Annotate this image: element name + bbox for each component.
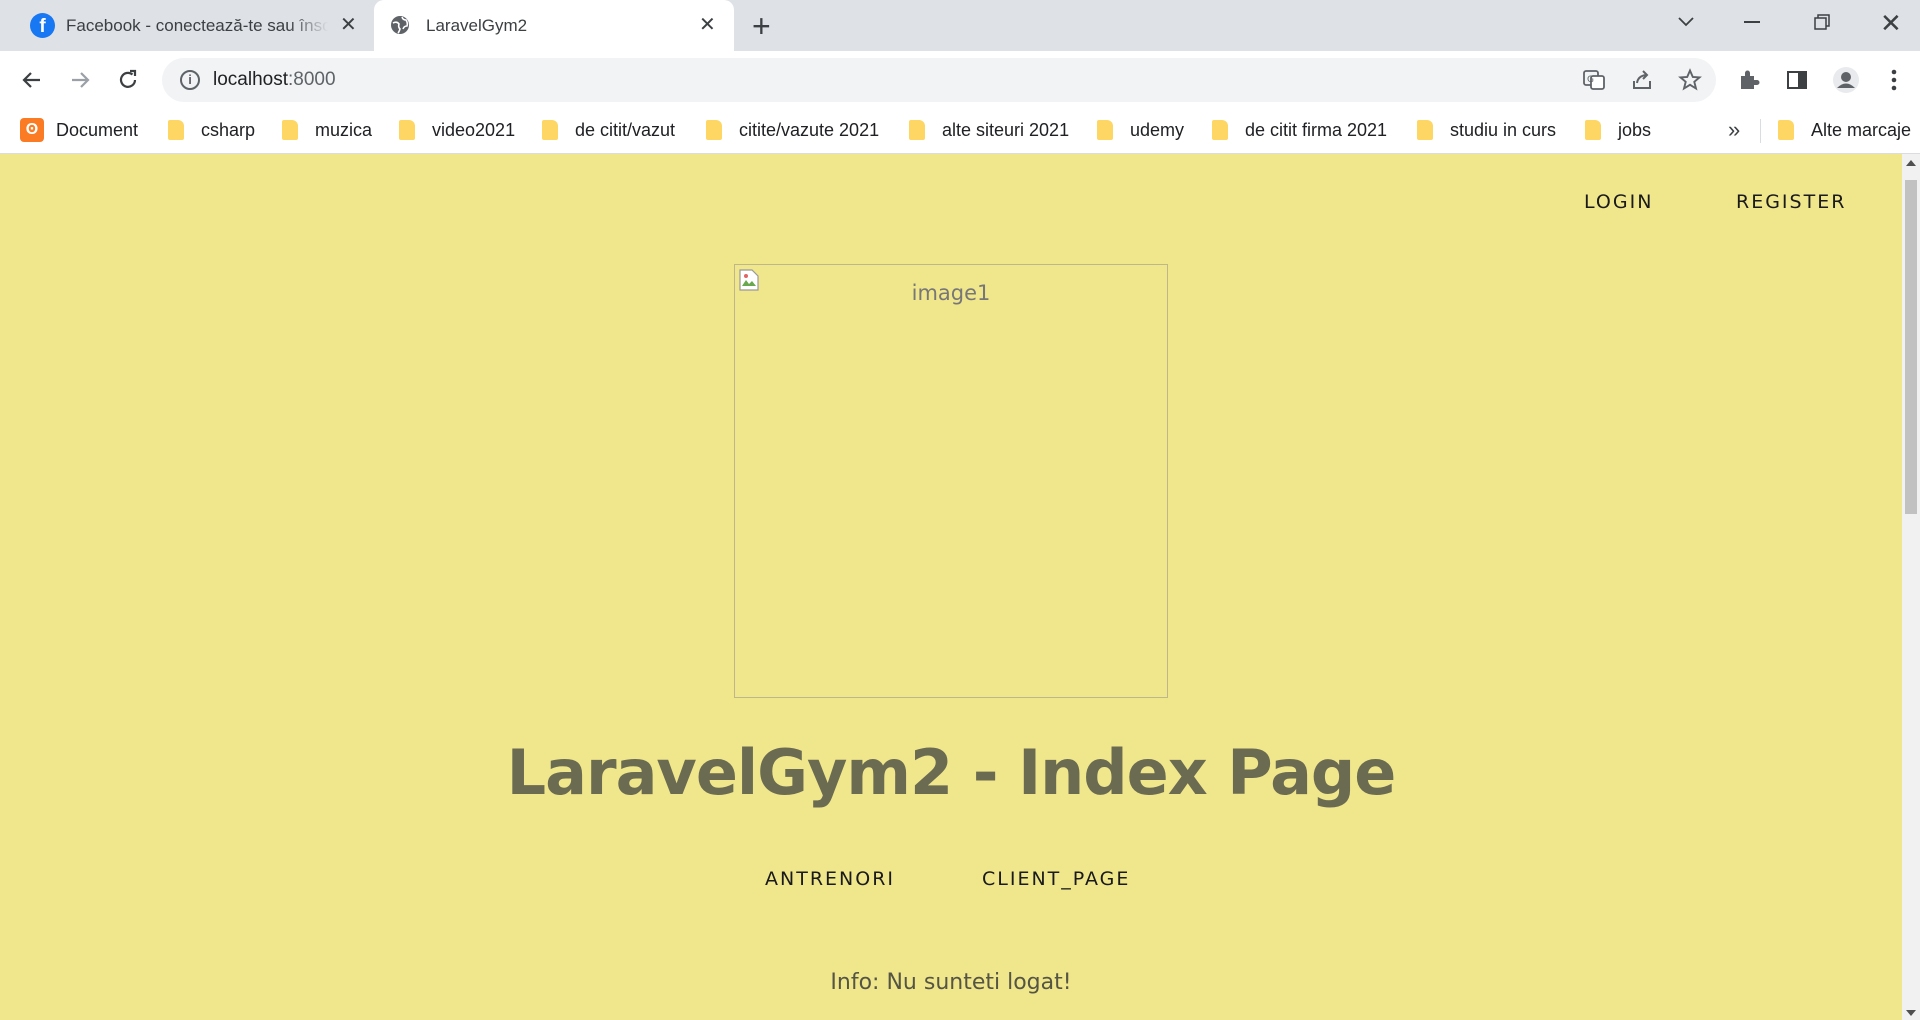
side-panel-icon[interactable] [1783, 66, 1811, 94]
tab-title: LaravelGym2 [426, 15, 528, 35]
bookmark-document[interactable]: ʘ Document [20, 117, 138, 143]
star-icon[interactable] [1678, 68, 1702, 92]
page-viewport: LOGIN REGISTER image1 LaravelGym2 - Inde… [0, 154, 1920, 1020]
info-icon[interactable]: i [180, 70, 200, 90]
antrenori-link[interactable]: ANTRENORI [765, 868, 895, 890]
reload-icon[interactable] [114, 66, 142, 94]
folder-icon [1097, 120, 1113, 140]
bookmark-folder-muzica[interactable]: muzica [282, 117, 372, 143]
close-icon[interactable]: ✕ [340, 12, 357, 37]
bookmarks-divider [1760, 119, 1761, 143]
facebook-icon: f [30, 13, 55, 38]
globe-icon [391, 16, 409, 34]
page-title: LaravelGym2 - Index Page [506, 736, 1397, 809]
bookmark-other-bookmarks[interactable]: Alte marcaje [1778, 117, 1911, 143]
bookmark-folder-de-citit-firma-2021[interactable]: de citit firma 2021 [1212, 117, 1387, 143]
chevron-down-icon[interactable] [1676, 12, 1696, 32]
login-link[interactable]: LOGIN [1584, 191, 1653, 213]
bookmark-folder-studiu-in-curs[interactable]: studiu in curs [1417, 117, 1556, 143]
folder-icon [399, 120, 415, 140]
folder-icon [909, 120, 925, 140]
svg-text:G: G [1587, 75, 1594, 85]
address-bar[interactable]: i localhost:8000 G [162, 58, 1716, 102]
register-link[interactable]: REGISTER [1736, 191, 1846, 213]
bookmark-folder-citite-vazute-2021[interactable]: citite/vazute 2021 [706, 117, 879, 143]
close-icon[interactable]: ✕ [699, 12, 716, 37]
tab-laravelgym2[interactable]: LaravelGym2 ✕ [374, 0, 734, 51]
folder-icon [282, 120, 298, 140]
scroll-thumb[interactable] [1905, 180, 1917, 514]
minimize-icon[interactable] [1744, 21, 1760, 23]
client-page-link[interactable]: CLIENT_PAGE [982, 868, 1130, 890]
vertical-scrollbar[interactable] [1902, 154, 1920, 1020]
url-text[interactable]: localhost:8000 [213, 69, 336, 91]
tab-facebook[interactable]: f Facebook - conectează-te sau înscrie-t… [14, 0, 370, 51]
share-icon[interactable] [1630, 68, 1654, 92]
folder-icon [1417, 120, 1433, 140]
folder-icon [1212, 120, 1228, 140]
scroll-up-arrow-icon[interactable] [1906, 160, 1916, 166]
back-icon[interactable] [18, 66, 46, 94]
bookmark-folder-de-citit-vazut[interactable]: de citit/vazut [542, 117, 675, 143]
restore-icon[interactable] [1814, 14, 1830, 30]
new-tab-icon[interactable]: + [752, 8, 771, 45]
more-menu-icon[interactable] [1880, 66, 1908, 94]
bookmark-folder-csharp[interactable]: csharp [168, 117, 255, 143]
bookmarks-bar: ʘ Document csharp muzica video2021 de ci… [0, 107, 1920, 154]
profile-avatar-icon[interactable] [1832, 66, 1860, 94]
tab-strip: f Facebook - conectează-te sau înscrie-t… [0, 0, 1920, 51]
tab-title: Facebook - conectează-te sau înscrie-te [66, 15, 328, 35]
login-status-info: Info: Nu sunteti logat! [830, 970, 1072, 995]
folder-icon [1585, 120, 1601, 140]
bookmarks-overflow-chevron-icon[interactable]: » [1728, 117, 1740, 143]
window-close-icon[interactable]: ✕ [1880, 8, 1902, 39]
bookmark-folder-video2021[interactable]: video2021 [399, 117, 515, 143]
extensions-icon[interactable] [1735, 66, 1763, 94]
folder-icon [542, 120, 558, 140]
translate-icon[interactable]: G [1582, 68, 1606, 92]
folder-icon [168, 120, 184, 140]
bookmark-folder-alte-siteuri-2021[interactable]: alte siteuri 2021 [909, 117, 1069, 143]
forward-icon[interactable] [66, 66, 94, 94]
scroll-down-arrow-icon[interactable] [1906, 1010, 1916, 1016]
broken-image-placeholder: image1 [734, 264, 1168, 698]
image-alt-text: image1 [911, 281, 991, 305]
xampp-icon: ʘ [20, 118, 44, 142]
browser-toolbar: i localhost:8000 G [0, 51, 1920, 107]
folder-icon [706, 120, 722, 140]
folder-icon [1778, 120, 1794, 140]
bookmark-folder-jobs[interactable]: jobs [1585, 117, 1651, 143]
bookmark-folder-udemy[interactable]: udemy [1097, 117, 1184, 143]
